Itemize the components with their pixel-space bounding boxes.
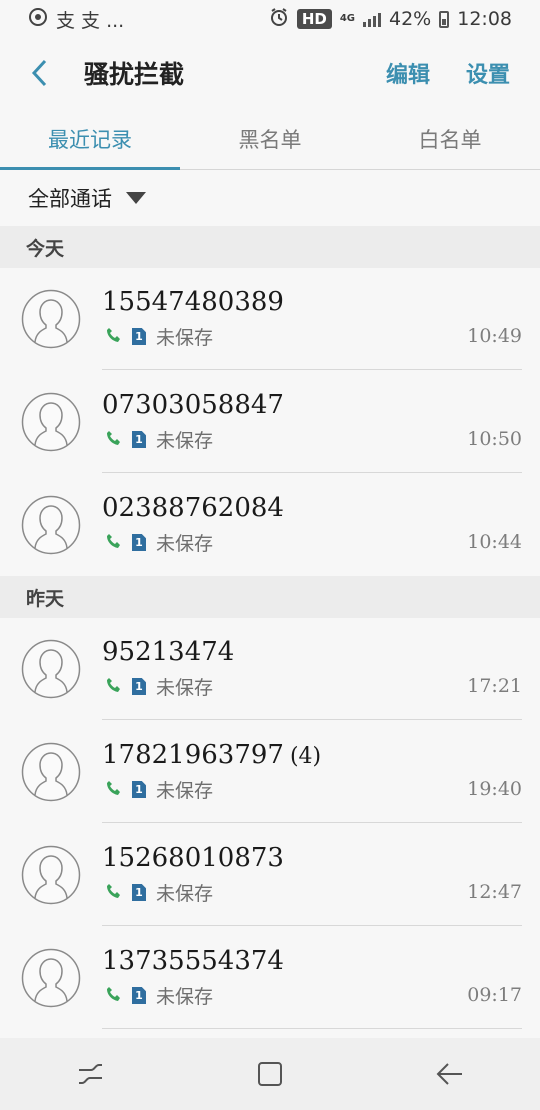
contact-avatar-icon <box>21 289 81 349</box>
battery-icon <box>439 10 450 28</box>
call-time: 10:49 <box>467 325 522 347</box>
sim-card-icon: 1 <box>132 781 146 798</box>
contact-status: 未保存 <box>156 430 214 452</box>
page-title: 骚扰拦截 <box>84 60 185 89</box>
incoming-call-icon <box>106 985 122 1007</box>
call-row[interactable]: 17821963797 (4) 1 未保存 19:40 <box>0 720 540 823</box>
incoming-call-icon <box>106 676 122 698</box>
call-time: 17:21 <box>467 675 522 697</box>
call-time: 19:40 <box>467 778 522 800</box>
contact-status: 未保存 <box>156 883 214 905</box>
incoming-call-icon <box>106 326 122 348</box>
filter-label: 全部通话 <box>28 187 112 211</box>
call-meta: 1 未保存 <box>106 426 213 453</box>
call-meta: 1 未保存 <box>106 879 213 906</box>
incoming-call-icon <box>106 532 122 554</box>
row-divider <box>102 1028 522 1029</box>
back-arrow-icon[interactable] <box>30 53 60 93</box>
signal-icon <box>363 11 381 27</box>
call-row[interactable]: 13735554374 1 未保存 09:17 <box>0 926 540 1029</box>
status-right: HD 4G 42% 12:08 <box>269 7 512 32</box>
contact-status: 未保存 <box>156 677 214 699</box>
sim-card-icon: 1 <box>132 987 146 1004</box>
call-time: 09:17 <box>467 984 522 1006</box>
call-time: 12:47 <box>467 881 522 903</box>
tab-bar: 最近记录 黑名单 白名单 <box>0 108 540 170</box>
status-bar: 支 支 ... HD 4G 42% 12:08 <box>0 0 540 38</box>
phone-number: 13735554374 <box>102 946 284 976</box>
call-meta: 1 未保存 <box>106 323 213 350</box>
home-icon[interactable] <box>245 1049 295 1099</box>
contact-avatar-icon <box>21 948 81 1008</box>
contact-avatar-icon <box>21 392 81 452</box>
tab-recent[interactable]: 最近记录 <box>0 108 180 170</box>
call-row[interactable]: 15547480389 1 未保存 10:49 <box>0 267 540 370</box>
tab-blacklist[interactable]: 黑名单 <box>180 108 360 169</box>
call-meta: 1 未保存 <box>106 776 213 803</box>
call-time: 10:50 <box>467 428 522 450</box>
navigation-bar <box>0 1038 540 1110</box>
sim-card-icon: 1 <box>132 884 146 901</box>
call-row[interactable]: 07303058847 1 未保存 10:50 <box>0 370 540 473</box>
call-row[interactable]: 15268010873 1 未保存 12:47 <box>0 823 540 926</box>
call-time: 10:44 <box>467 531 522 553</box>
call-meta: 1 未保存 <box>106 673 213 700</box>
app-notification-icon <box>28 7 48 32</box>
network-type: 4G <box>339 13 355 24</box>
call-row[interactable]: 95213474 1 未保存 17:21 <box>0 617 540 720</box>
call-meta: 1 未保存 <box>106 529 213 556</box>
incoming-call-icon <box>106 779 122 801</box>
call-filter-dropdown[interactable]: 全部通话 <box>0 170 540 226</box>
status-left: 支 支 ... <box>28 6 124 33</box>
contact-status: 未保存 <box>156 780 214 802</box>
sim-card-icon: 1 <box>132 431 146 448</box>
phone-number: 07303058847 <box>102 390 284 420</box>
back-icon[interactable] <box>425 1049 475 1099</box>
phone-number: 17821963797 (4) <box>102 740 322 770</box>
contact-status: 未保存 <box>156 986 214 1008</box>
clock: 12:08 <box>457 8 512 30</box>
sim-card-icon: 1 <box>132 678 146 695</box>
phone-number: 02388762084 <box>102 493 284 523</box>
title-bar: 骚扰拦截 编辑 设置 <box>0 38 540 108</box>
sim-card-icon: 1 <box>132 328 146 345</box>
call-meta: 1 未保存 <box>106 982 213 1009</box>
phone-number: 15268010873 <box>102 843 284 873</box>
contact-status: 未保存 <box>156 533 214 555</box>
contact-avatar-icon <box>21 845 81 905</box>
phone-number: 95213474 <box>102 637 235 667</box>
notification-text: 支 支 ... <box>56 9 125 32</box>
edit-button[interactable]: 编辑 <box>386 57 430 89</box>
settings-button[interactable]: 设置 <box>466 57 510 89</box>
contact-avatar-icon <box>21 495 81 555</box>
section-header-today: 今天 <box>0 226 540 268</box>
section-header-yesterday: 昨天 <box>0 576 540 618</box>
incoming-call-icon <box>106 882 122 904</box>
recent-apps-icon[interactable] <box>65 1049 115 1099</box>
contact-avatar-icon <box>21 742 81 802</box>
contact-status: 未保存 <box>156 327 214 349</box>
call-row[interactable]: 02388762084 1 未保存 10:44 <box>0 473 540 576</box>
incoming-call-icon <box>106 429 122 451</box>
sim-card-icon: 1 <box>132 534 146 551</box>
battery-percent: 42% <box>389 8 432 30</box>
call-count: (4) <box>289 744 322 769</box>
phone-number: 15547480389 <box>102 287 284 317</box>
tab-whitelist[interactable]: 白名单 <box>360 108 540 169</box>
alarm-icon <box>269 7 289 32</box>
dropdown-caret-icon <box>126 192 146 204</box>
contact-avatar-icon <box>21 639 81 699</box>
hd-badge: HD <box>296 9 332 29</box>
